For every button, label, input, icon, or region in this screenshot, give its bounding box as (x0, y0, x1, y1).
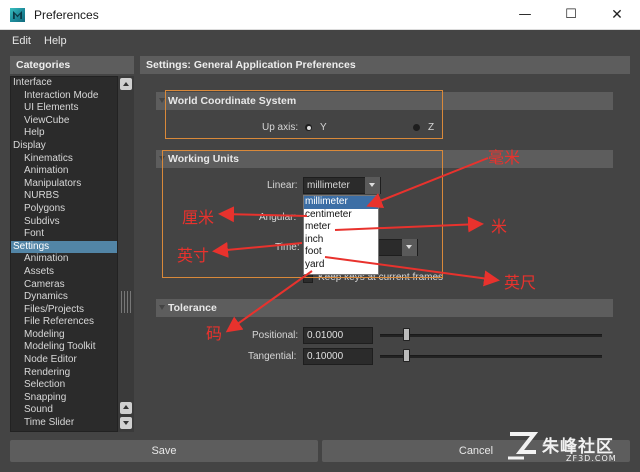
scroll-page-up-button[interactable] (120, 402, 132, 414)
tangential-input[interactable]: 0.10000 (303, 348, 373, 365)
category-item[interactable]: NURBS (11, 190, 117, 203)
annotation-millimeter: 毫米 (488, 148, 521, 167)
scroll-down-button[interactable] (120, 417, 132, 429)
tangential-slider-track[interactable] (380, 355, 602, 358)
category-item[interactable]: Animation (11, 165, 117, 178)
category-item[interactable]: ViewCube (11, 115, 117, 128)
save-button[interactable]: Save (10, 440, 318, 462)
category-item[interactable]: Interaction Mode (11, 90, 117, 103)
tangential-slider-handle[interactable] (403, 349, 410, 362)
category-item[interactable]: Rendering (11, 367, 117, 380)
category-item[interactable]: Snapping (11, 392, 117, 405)
maximize-button[interactable]: ☐ (548, 0, 594, 30)
category-item[interactable]: File References (11, 316, 117, 329)
maya-app-icon (10, 8, 25, 22)
window-title: Preferences (34, 8, 99, 22)
title-bar: Preferences — ☐ ✕ (0, 0, 640, 30)
category-item[interactable]: Manipulators (11, 178, 117, 191)
category-item[interactable]: Dynamics (11, 291, 117, 304)
category-item[interactable]: Font (11, 228, 117, 241)
categories-header: Categories (10, 56, 134, 74)
category-item[interactable]: Cameras (11, 279, 117, 292)
scroll-grip[interactable] (121, 291, 131, 313)
positional-label: Positional: (252, 330, 299, 341)
category-item[interactable]: Modeling Toolkit (11, 341, 117, 354)
settings-header: Settings: General Application Preference… (140, 56, 630, 74)
annotation-foot: 英尺 (504, 273, 537, 292)
category-item[interactable]: Modeling (11, 329, 117, 342)
category-item[interactable]: Help (11, 127, 117, 140)
watermark-subtext: ZF3D.COM (566, 454, 617, 463)
positional-input[interactable]: 0.01000 (303, 327, 373, 344)
category-item[interactable]: Animation (11, 253, 117, 266)
positional-slider-handle[interactable] (403, 328, 410, 341)
watermark-logo-icon (508, 432, 539, 460)
tolerance-section-header[interactable]: Tolerance (156, 299, 613, 317)
menu-bar: Edit Help (0, 30, 640, 52)
menu-edit[interactable]: Edit (12, 35, 31, 47)
category-item[interactable]: UI Elements (11, 102, 117, 115)
category-item[interactable]: Interface (11, 77, 117, 90)
category-item[interactable]: Assets (11, 266, 117, 279)
categories-scrollbar[interactable] (118, 76, 134, 432)
annotation-yard: 码 (206, 324, 223, 343)
annotation-meter: 米 (491, 217, 508, 236)
scroll-up-button[interactable] (120, 78, 132, 90)
menu-help[interactable]: Help (44, 35, 67, 47)
category-item[interactable]: Kinematics (11, 153, 117, 166)
category-item[interactable]: Sound (11, 404, 117, 417)
category-item[interactable]: Time Slider (11, 417, 117, 430)
categories-list: Interface Interaction Mode UI Elements View… (10, 76, 118, 432)
category-item[interactable]: Polygons (11, 203, 117, 216)
category-item[interactable]: Node Editor (11, 354, 117, 367)
category-item[interactable]: Subdivs (11, 216, 117, 229)
tangential-label: Tangential: (248, 351, 297, 362)
category-item[interactable]: Settings (11, 240, 117, 254)
category-item[interactable]: Selection (11, 379, 117, 392)
annotation-inch: 英寸 (177, 246, 210, 265)
category-item[interactable]: Files/Projects (11, 304, 117, 317)
category-item[interactable]: Display (11, 140, 117, 153)
positional-slider-track[interactable] (380, 334, 602, 337)
world-coordinate-highlight-box (165, 90, 443, 139)
close-button[interactable]: ✕ (594, 0, 640, 30)
annotation-centimeter: 厘米 (182, 208, 215, 227)
minimize-button[interactable]: — (502, 0, 548, 30)
